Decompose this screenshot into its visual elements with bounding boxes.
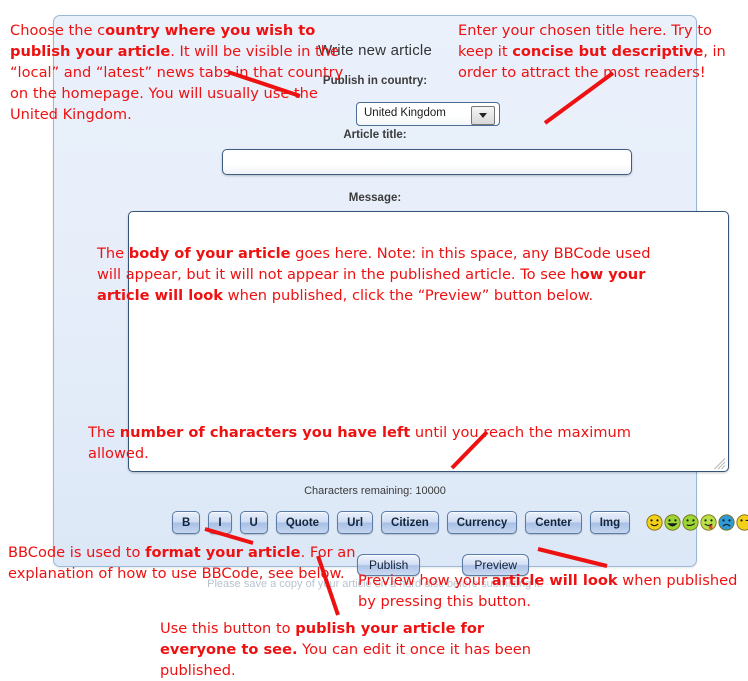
smiley-tongue-icon[interactable] [700,514,717,531]
bbcode-bold-button[interactable]: B [172,511,201,534]
annotation-bbcode: BBCode is used to format your article. F… [8,544,356,582]
annotation-country: Choose the country where you wish to pub… [10,22,344,123]
smiley-happy-icon[interactable] [646,514,663,531]
smiley-smirk-icon[interactable] [682,514,699,531]
article-title-input[interactable] [222,149,632,175]
bbcode-url-button[interactable]: Url [337,511,374,534]
smiley-grin-icon[interactable] [664,514,681,531]
bbcode-quote-button[interactable]: Quote [275,511,330,534]
smiley-wink-icon[interactable] [736,514,748,531]
bbcode-currency-button[interactable]: Currency [446,511,518,534]
annotation-title: Enter your chosen title here. Try to kee… [458,22,726,81]
bbcode-toolbar: B I U Quote Url Citizen Currency Center Img [172,511,748,534]
bbcode-italic-button[interactable]: I [208,511,232,534]
chevron-down-icon[interactable] [471,106,495,125]
resize-grip-icon[interactable] [714,458,726,470]
article-title-label: Article title: [343,129,407,141]
smiley-picker [646,514,748,531]
smiley-sad-icon[interactable] [718,514,735,531]
annotation-publish: Use this button to publish your article … [160,620,532,679]
bbcode-img-button[interactable]: Img [589,511,631,534]
annotation-body: The body of your article goes here. Note… [97,245,651,304]
country-select-value: United Kingdom [364,107,446,119]
country-select[interactable]: United Kingdom [356,102,500,126]
characters-remaining: Characters remaining: 10000 [304,485,446,497]
bbcode-citizen-button[interactable]: Citizen [381,511,439,534]
bbcode-underline-button[interactable]: U [239,511,268,534]
message-label: Message: [348,192,402,204]
annotation-chars: The number of characters you have left u… [88,424,631,462]
annotation-preview: Preview how your article will look when … [358,572,738,610]
screenshot-root: Write new article Publish in country: Un… [0,0,748,680]
bbcode-center-button[interactable]: Center [525,511,582,534]
